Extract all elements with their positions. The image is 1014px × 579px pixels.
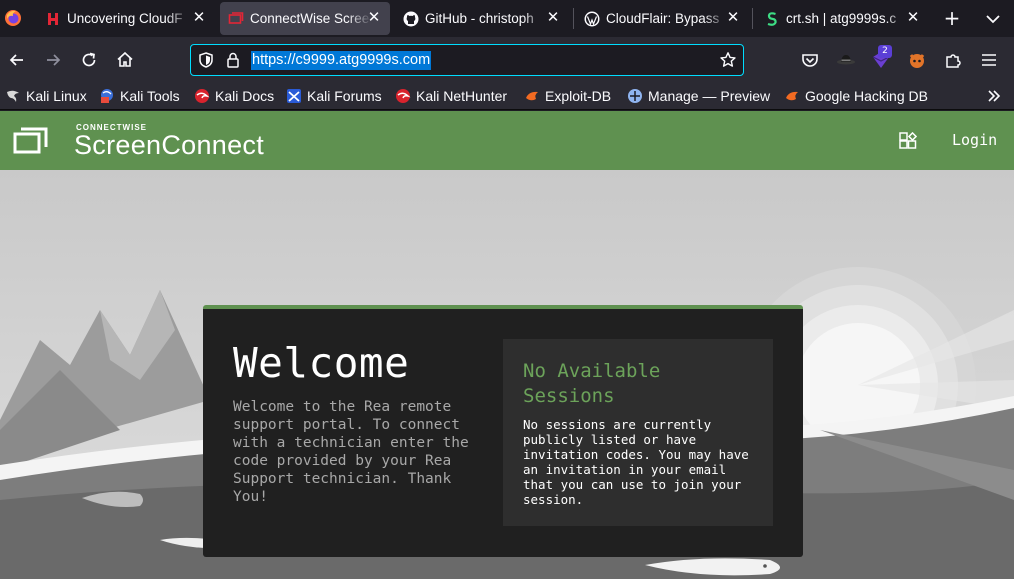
screenconnect-logo-icon [13, 127, 48, 154]
bookmark-star-icon[interactable] [719, 51, 737, 69]
bookmark-kali-nethunter[interactable]: Kali NetHunter [395, 86, 507, 106]
reload-icon[interactable] [78, 49, 100, 71]
tab-title: crt.sh | atg9999s.c [786, 11, 897, 26]
kali-dragon-icon [7, 90, 19, 102]
back-icon[interactable] [6, 49, 28, 71]
wordpress-icon [584, 11, 600, 26]
extensions-puzzle-icon[interactable] [942, 49, 964, 71]
list-all-tabs-icon[interactable] [983, 10, 1003, 28]
bookmark-label: Kali NetHunter [416, 88, 508, 104]
h-logo-icon [48, 12, 58, 25]
bookmark-label: Manage — Preview [648, 88, 771, 104]
tab-github[interactable]: GitHub - christoph ✕ [403, 0, 569, 37]
no-sessions-text: No sessions are currently publicly liste… [523, 417, 749, 507]
close-tab-icon[interactable]: ✕ [191, 10, 207, 26]
lock-icon[interactable] [225, 51, 241, 69]
welcome-card: Welcome Welcome to the Rea remote suppor… [203, 305, 803, 557]
more-bookmarks-chevron-icon[interactable] [985, 87, 1003, 105]
tab-separator [573, 8, 574, 29]
login-link[interactable]: Login [952, 131, 997, 149]
bookmark-manage-preview[interactable]: Manage — Preview [627, 86, 770, 106]
bookmark-label: Kali Tools [120, 88, 180, 104]
close-tab-icon[interactable]: ✕ [366, 10, 382, 26]
tab-connectwise[interactable]: ConnectWise Scree ✕ [220, 2, 390, 35]
tab-title: Uncovering CloudF [67, 11, 183, 26]
site-header: CONNECTWISE ScreenConnect Login [0, 111, 1014, 170]
exploit-db-icon [526, 91, 538, 101]
tab-uncovering-cloudflare[interactable]: Uncovering CloudF ✕ [45, 0, 215, 37]
extension-badge: 2 [878, 45, 892, 58]
app-menu-icon[interactable] [978, 49, 1000, 71]
pocket-icon[interactable] [799, 49, 821, 71]
tab-crtsh[interactable]: crt.sh | atg9999s.c ✕ [764, 0, 929, 37]
brand-title: ScreenConnect [74, 130, 265, 160]
tab-title: CloudFlair: Bypass [606, 11, 720, 26]
new-tab-button[interactable]: + [941, 8, 963, 30]
welcome-heading: Welcome [233, 339, 410, 387]
welcome-intro-text: Welcome to the Rea remote support portal… [233, 399, 469, 505]
address-bar[interactable]: https://c9999.atg9999s.com [190, 44, 744, 76]
screenconnect-icon [228, 11, 244, 24]
foxyproxy-icon[interactable] [906, 49, 928, 71]
bookmark-kali-linux[interactable]: Kali Linux [5, 86, 87, 106]
bookmark-label: Exploit-DB [545, 88, 612, 104]
close-tab-icon[interactable]: ✕ [905, 10, 921, 26]
web-page: CONNECTWISE ScreenConnect Login Welcome … [0, 111, 1014, 579]
crtsh-icon [767, 11, 777, 26]
tab-cloudflair[interactable]: CloudFlair: Bypass ✕ [584, 0, 749, 37]
no-sessions-title: No Available Sessions [523, 360, 661, 407]
apps-grid-icon[interactable] [899, 132, 917, 150]
bookmark-label: Google Hacking DB [805, 88, 928, 104]
tab-strip: Uncovering CloudF ✕ ConnectWise Scree ✕ … [0, 0, 1014, 37]
navigation-toolbar: https://c9999.atg9999s.com 2 [0, 37, 1014, 83]
tab-separator [752, 8, 753, 29]
url-text[interactable]: https://c9999.atg9999s.com [251, 51, 432, 70]
kali-forums-icon [287, 89, 301, 103]
tab-title: ConnectWise Scree [250, 11, 370, 26]
kali-nethunter-icon [396, 89, 411, 103]
github-icon [403, 11, 419, 26]
bookmark-label: Kali Linux [26, 88, 87, 104]
tracking-protection-shield-icon[interactable] [197, 51, 215, 69]
ghdb-icon [786, 91, 798, 101]
kali-docs-icon [195, 89, 210, 103]
home-icon[interactable] [114, 49, 136, 71]
bookmark-label: Kali Forums [307, 88, 382, 104]
bookmark-kali-tools[interactable]: Kali Tools [99, 86, 180, 106]
kali-tools-icon [101, 89, 113, 103]
sessions-panel: No Available Sessions No sessions are cu… [503, 339, 773, 526]
close-tab-icon[interactable]: ✕ [725, 10, 741, 26]
bookmark-kali-docs[interactable]: Kali Docs [194, 86, 274, 106]
close-tab-icon[interactable]: ✕ [545, 10, 561, 26]
bookmark-exploit-db[interactable]: Exploit-DB [524, 86, 611, 106]
bookmark-label: Kali Docs [215, 88, 275, 104]
incognito-hat-icon[interactable] [835, 49, 857, 71]
bookmarks-toolbar: Kali Linux Kali Tools Kali Docs Kali For… [0, 83, 1014, 110]
forward-icon[interactable] [42, 49, 64, 71]
manage-icon [628, 89, 642, 103]
tab-title: GitHub - christoph [425, 11, 534, 26]
bookmark-kali-forums[interactable]: Kali Forums [286, 86, 382, 106]
firefox-icon[interactable] [4, 9, 22, 27]
bookmark-google-hacking-db[interactable]: Google Hacking DB [784, 86, 928, 106]
